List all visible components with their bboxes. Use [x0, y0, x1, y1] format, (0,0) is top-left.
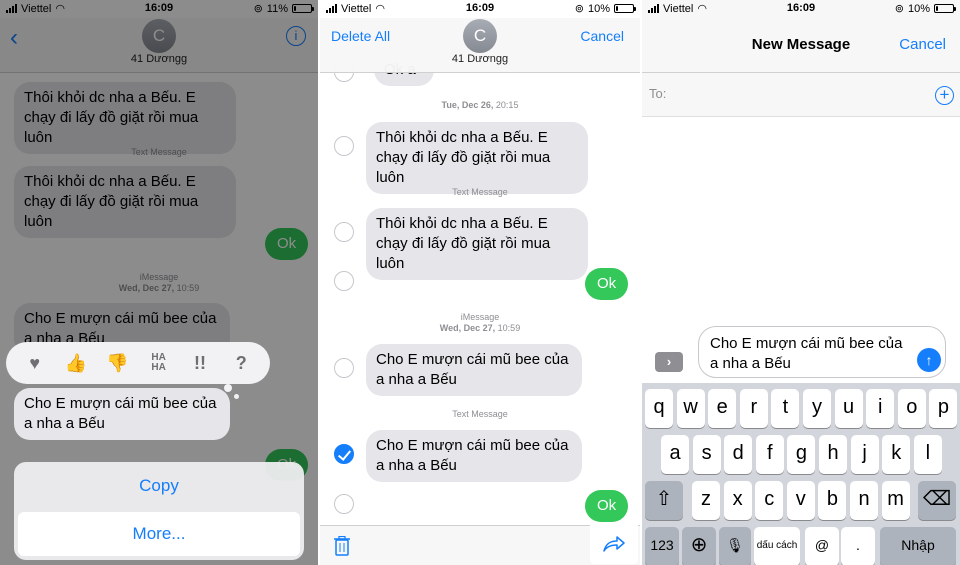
select-radio[interactable]	[334, 494, 354, 514]
service-label: Text Message	[452, 187, 508, 197]
edit-header: Delete All C 41 Dương​g Cancel	[320, 18, 640, 73]
key-d[interactable]: d	[724, 435, 753, 474]
trash-icon[interactable]	[334, 535, 350, 556]
tapback-tail	[224, 384, 232, 392]
service-label: iMessage	[460, 312, 500, 322]
globe-icon[interactable]: ⊕	[682, 527, 716, 565]
new-message-header: New Message Cancel	[642, 18, 960, 73]
message-bubble-outgoing[interactable]: Ok	[585, 268, 629, 300]
key-r[interactable]: r	[739, 389, 768, 428]
copy-button[interactable]: Copy	[14, 462, 304, 510]
shift-key[interactable]: ⇧	[645, 481, 683, 520]
edit-toolbar	[320, 522, 640, 565]
message-bubble[interactable]: Thôi khỏi dc nha a Bếu. E chạy đi lấy đồ…	[366, 122, 588, 194]
key-v[interactable]: v	[786, 481, 815, 520]
timestamp: Wed, Dec 27, 10:59	[439, 323, 521, 333]
key-k[interactable]: k	[882, 435, 911, 474]
key-h[interactable]: h	[819, 435, 847, 474]
contact-name[interactable]: 41 Dương​g	[420, 53, 540, 65]
key-j[interactable]: j	[850, 435, 879, 474]
message-select-panel: Viettel◠ 16:09 ⊚10% Ok a Delete All C 41…	[320, 0, 640, 565]
key-s[interactable]: s	[692, 435, 721, 474]
selected-message-bubble[interactable]: Cho E mượn cái mũ bee của a nha a Bếu	[14, 388, 230, 440]
key-i[interactable]: i	[866, 389, 895, 428]
new-message-panel: Viettel ◠ 16:09 ⊚ 10% New Message Cancel T…	[642, 0, 960, 565]
send-button[interactable]: ↑	[917, 348, 941, 372]
delete-all-button[interactable]: Delete All	[331, 28, 390, 44]
tapback-tail	[234, 394, 239, 399]
thumbs-up-icon[interactable]: 👍	[62, 353, 90, 374]
keyboard: q w e r t y u i o p a s d f g h j k l ⇧ z x c v b n m ⌫ 123 ⊕ 🎙 dấu các…	[642, 383, 960, 565]
microphone-icon[interactable]: 🎙	[719, 527, 751, 565]
recipient-row[interactable]: To: +	[642, 73, 960, 117]
key-x[interactable]: x	[723, 481, 752, 520]
select-radio[interactable]	[334, 222, 354, 242]
battery-percent: 10%	[587, 2, 610, 15]
selected-radio[interactable]	[334, 444, 354, 464]
key-y[interactable]: y	[803, 389, 831, 428]
message-actions-panel: Viettel ◠ 16:09 ⊚ 11% ‹ C 41 Dương​g i Thô…	[0, 0, 318, 565]
action-sheet: Copy More...	[14, 462, 304, 560]
message-bubble[interactable]: Cho E mượn cái mũ bee của a nha a Bếu	[366, 344, 582, 396]
heart-icon[interactable]: ♥	[21, 353, 49, 374]
select-radio[interactable]	[334, 271, 354, 291]
key-t[interactable]: t	[771, 389, 800, 428]
select-radio[interactable]	[334, 358, 354, 378]
key-m[interactable]: m	[881, 481, 910, 520]
cancel-button[interactable]: Cancel	[580, 28, 624, 44]
key-q[interactable]: q	[645, 389, 673, 428]
orientation-lock-icon: ⊚	[894, 3, 904, 15]
status-bar: Viettel ◠ 16:09 ⊚ 10%	[320, 0, 640, 18]
return-key[interactable]: Nhập	[880, 527, 956, 565]
space-key[interactable]: dấu cách	[754, 527, 800, 565]
message-bubble-selected[interactable]: Cho E mượn cái mũ bee của a nha a Bếu	[366, 430, 582, 482]
key-n[interactable]: n	[850, 481, 878, 520]
tapback-bar: ♥ 👍 👎 HA HA !! ?	[6, 342, 270, 384]
key-u[interactable]: u	[834, 389, 863, 428]
haha-icon[interactable]: HA HA	[145, 353, 173, 373]
exclamation-icon[interactable]: !!	[186, 353, 214, 374]
to-label: To:	[649, 86, 667, 101]
message-input-text: Cho E mượn cái mũ bee của a nha a Bếu	[710, 335, 903, 372]
battery-percent: 10%	[907, 2, 930, 15]
avatar[interactable]: C	[463, 19, 497, 53]
message-bubble[interactable]: Thôi khỏi dc nha a Bếu. E chạy đi lấy đồ…	[366, 208, 588, 280]
key-f[interactable]: f	[755, 435, 784, 474]
forward-button[interactable]	[590, 522, 638, 564]
select-radio[interactable]	[334, 136, 354, 156]
timestamp: Tue, Dec 26, 20:15	[441, 100, 519, 110]
numbers-key[interactable]: 123	[645, 527, 679, 565]
key-l[interactable]: l	[913, 435, 942, 474]
question-icon[interactable]: ?	[227, 353, 255, 374]
battery-icon	[934, 4, 956, 13]
status-bar: Viettel ◠ 16:09 ⊚ 10%	[642, 0, 960, 18]
message-bubble-outgoing[interactable]: Ok	[585, 490, 629, 522]
key-z[interactable]: z	[692, 481, 720, 520]
key-w[interactable]: w	[676, 389, 705, 428]
thumbs-down-icon[interactable]: 👎	[103, 353, 131, 374]
key-b[interactable]: b	[818, 481, 847, 520]
orientation-lock-icon: ⊚	[574, 3, 584, 15]
key-p[interactable]: p	[929, 389, 958, 428]
key-g[interactable]: g	[787, 435, 816, 474]
service-label: Text Message	[452, 409, 508, 419]
key-a[interactable]: a	[661, 435, 689, 474]
apps-expand-button[interactable]: ›	[655, 352, 683, 372]
battery-icon	[614, 4, 636, 13]
backspace-key[interactable]: ⌫	[918, 481, 956, 520]
add-contact-icon[interactable]: +	[935, 86, 954, 105]
message-input[interactable]: Cho E mượn cái mũ bee của a nha a Bếu ↑	[698, 326, 946, 378]
forward-icon	[603, 536, 625, 552]
cancel-button[interactable]: Cancel	[899, 36, 946, 53]
period-key[interactable]: .	[841, 527, 875, 565]
key-o[interactable]: o	[897, 389, 926, 428]
more-button[interactable]: More...	[18, 512, 300, 556]
at-key[interactable]: @	[805, 527, 839, 565]
key-e[interactable]: e	[708, 389, 737, 428]
key-c[interactable]: c	[755, 481, 784, 520]
